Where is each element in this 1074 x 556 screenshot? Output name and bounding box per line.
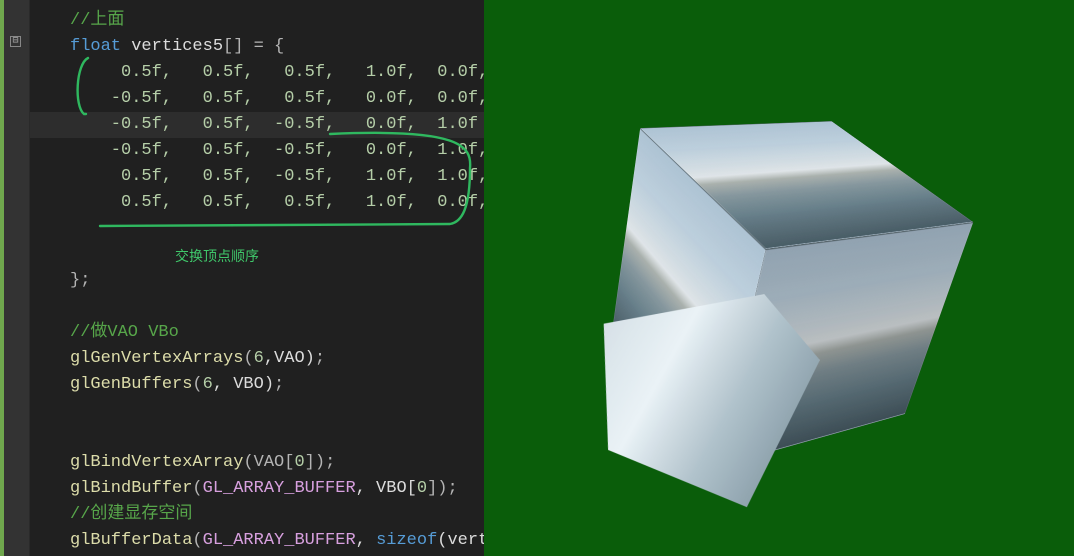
code-line: float vertices5[] = { [30,34,484,60]
code-line [30,424,484,450]
code-editor-panel: ⊟ //上面 float vertices5[] = { 0.5f, 0.5f,… [0,0,484,556]
code-line: glBindVertexArray(VAO[0]); [30,450,484,476]
editor-gutter: ⊟ [0,0,30,556]
code-area[interactable]: //上面 float vertices5[] = { 0.5f, 0.5f, 0… [30,0,484,556]
annotation-text: 交换顶点顺序 [175,246,259,266]
code-line: 0.5f, 0.5f, 0.5f, 1.0f, 0.0f, [30,60,484,86]
code-line [30,398,484,424]
code-line: glBufferData(GL_ARRAY_BUFFER, sizeof(ver… [30,528,484,554]
code-line: //做VAO VBo [30,320,484,346]
code-line: 0.5f, 0.5f, 0.5f, 1.0f, 0.0f, [30,190,484,216]
change-bar [0,0,4,556]
code-line: }; [30,268,484,294]
code-line: glGenVertexArrays(6,VAO); [30,346,484,372]
code-line: 0.5f, 0.5f, -0.5f, 1.0f, 1.0f, [30,164,484,190]
scene-root [779,278,780,279]
code-line: -0.5f, 0.5f, 0.5f, 0.0f, 0.0f, [30,86,484,112]
code-line [30,294,484,320]
code-line: glBindBuffer(GL_ARRAY_BUFFER, VBO[0]); [30,476,484,502]
fold-toggle-icon[interactable]: ⊟ [10,36,21,47]
code-line: glGenBuffers(6, VBO); [30,372,484,398]
code-line: //创建显存空间 [30,502,484,528]
render-viewport[interactable] [484,0,1074,556]
code-line [30,216,484,242]
code-line: -0.5f, 0.5f, -0.5f, 0.0f, 1.0f, [30,138,484,164]
code-line-highlighted: -0.5f, 0.5f, -0.5f, 0.0f, 1.0f [30,112,484,138]
code-line: //上面 [30,8,484,34]
